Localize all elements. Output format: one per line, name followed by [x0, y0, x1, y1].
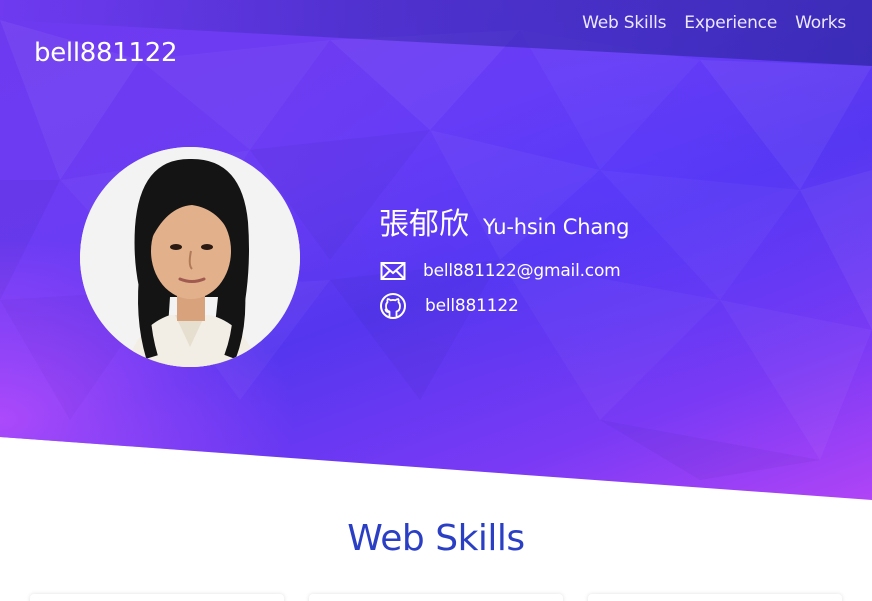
github-text[interactable]: bell881122 — [425, 296, 519, 316]
name-chinese: 張郁欣 — [379, 207, 469, 242]
section-title-web-skills: Web Skills — [347, 518, 525, 559]
profile-photo — [80, 147, 300, 367]
nav-works[interactable]: Works — [795, 13, 846, 33]
skill-card — [309, 594, 563, 601]
profile-name: 張郁欣 Yu-hsin Chang — [379, 199, 629, 243]
skill-card — [30, 594, 284, 601]
top-navigation: Web Skills Experience Works — [582, 13, 846, 33]
skill-card — [588, 594, 842, 601]
brand-logo[interactable]: bell881122 — [34, 38, 178, 68]
github-icon — [379, 292, 407, 320]
contact-email[interactable]: bell881122@gmail.com — [379, 257, 621, 285]
contact-github[interactable]: bell881122 — [379, 292, 519, 320]
nav-experience[interactable]: Experience — [684, 13, 777, 33]
name-english: Yu-hsin Chang — [483, 215, 630, 239]
nav-web-skills[interactable]: Web Skills — [582, 13, 666, 33]
portrait-illustration — [80, 147, 300, 367]
page: bell881122 Web Skills Experience Works 張… — [0, 0, 872, 601]
email-text[interactable]: bell881122@gmail.com — [423, 261, 621, 281]
envelope-icon — [379, 257, 407, 285]
